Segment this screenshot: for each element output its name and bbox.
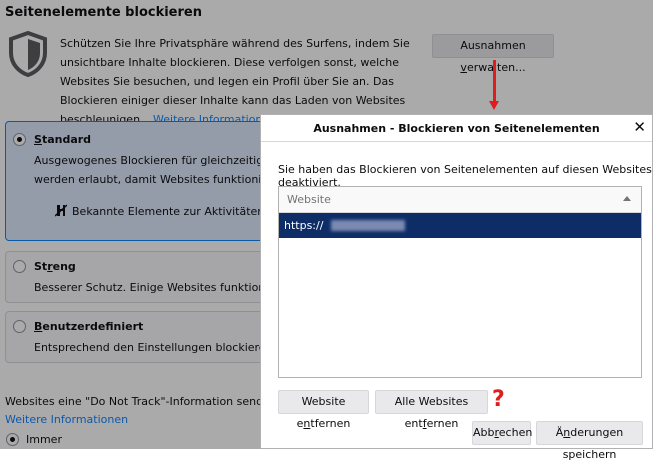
column-header-label: Website: [287, 193, 331, 206]
annotation-arrow-line: [493, 60, 496, 104]
dialog-divider: [261, 141, 652, 142]
website-list[interactable]: Website https://: [278, 186, 642, 378]
remove-website-button[interactable]: Website entfernen: [278, 390, 369, 430]
exceptions-dialog: Ausnahmen - Blockieren von Seitenelement…: [260, 114, 653, 461]
remove-all-label-post: ernen: [426, 417, 459, 430]
cancel-label-post: echen: [498, 426, 533, 439]
save-changes-button[interactable]: Änderungen speichern: [536, 421, 643, 461]
dialog-title: Ausnahmen - Blockieren von Seitenelement…: [313, 122, 600, 135]
save-label-post: derungen speichern: [562, 426, 624, 461]
annotation-question-mark: ?: [492, 387, 505, 412]
redacted-domain: [331, 220, 405, 231]
list-item[interactable]: https://: [279, 213, 641, 238]
annotation-arrow-head: [489, 101, 499, 110]
list-item-site: https://: [284, 219, 324, 232]
column-header-website[interactable]: Website: [279, 187, 641, 213]
remove-all-websites-button[interactable]: Alle Websites entfernen: [375, 390, 488, 430]
remove-website-label-post: tfernen: [310, 417, 351, 430]
close-icon[interactable]: ✕: [633, 119, 646, 135]
cancel-button[interactable]: Abbrechen: [472, 421, 533, 445]
sort-ascending-icon: [623, 196, 631, 201]
cancel-label-pre: Abb: [473, 426, 495, 439]
